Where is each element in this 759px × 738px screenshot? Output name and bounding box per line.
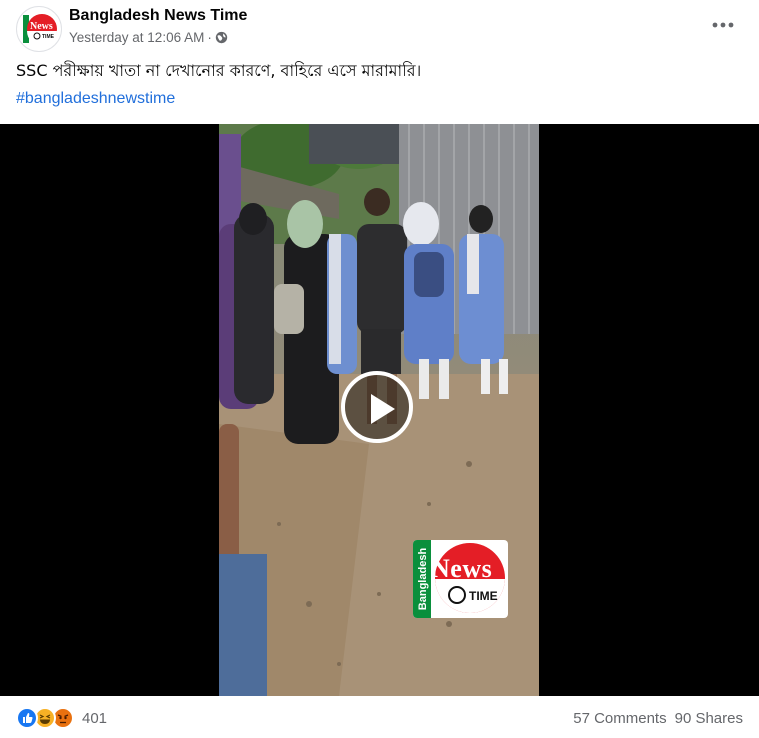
video-player[interactable]: Bangladesh News TIME [0, 124, 759, 696]
meta-separator: · [207, 30, 212, 45]
page-name-link[interactable]: Bangladesh News Time [69, 7, 247, 25]
like-icon [16, 707, 38, 729]
globe-icon[interactable] [215, 31, 228, 44]
watermark-side-bar: Bangladesh [413, 540, 431, 618]
post-footer: 401 57 Comments 90 Shares [0, 696, 759, 738]
post-meta: Yesterday at 12:06 AM · [69, 30, 228, 45]
post-timestamp[interactable]: Yesterday at 12:06 AM [69, 30, 204, 45]
reaction-count: 401 [82, 709, 108, 727]
watermark-logo: Bangladesh News TIME [413, 540, 508, 618]
hashtag-link[interactable]: #bangladeshnewstime [16, 90, 175, 108]
play-icon [371, 394, 395, 424]
avatar-logo-sub: TIME [42, 34, 55, 40]
clock-icon [448, 586, 466, 604]
play-button[interactable] [341, 371, 413, 443]
avatar-logo-icon: News TIME [23, 14, 57, 46]
post-caption: SSC পরীক্ষায় খাতা না দেখানোর কারণে, বাহ… [16, 61, 422, 80]
more-dots-icon [712, 22, 734, 28]
comments-count-link[interactable]: 57 Comments [573, 710, 666, 727]
shares-count-link[interactable]: 90 Shares [675, 710, 743, 727]
more-options-button[interactable] [706, 10, 740, 40]
watermark-word: News [431, 554, 493, 583]
page-avatar[interactable]: News TIME [16, 6, 62, 52]
engagement-counts: 57 Comments 90 Shares [573, 710, 743, 727]
reactions-summary[interactable]: 401 [16, 707, 107, 729]
post-header: News TIME Bangladesh News Time Yesterday… [0, 0, 759, 56]
watermark-side-text: Bangladesh [417, 547, 429, 611]
watermark-sub: TIME [469, 589, 498, 603]
avatar-logo-word: News [30, 21, 53, 32]
